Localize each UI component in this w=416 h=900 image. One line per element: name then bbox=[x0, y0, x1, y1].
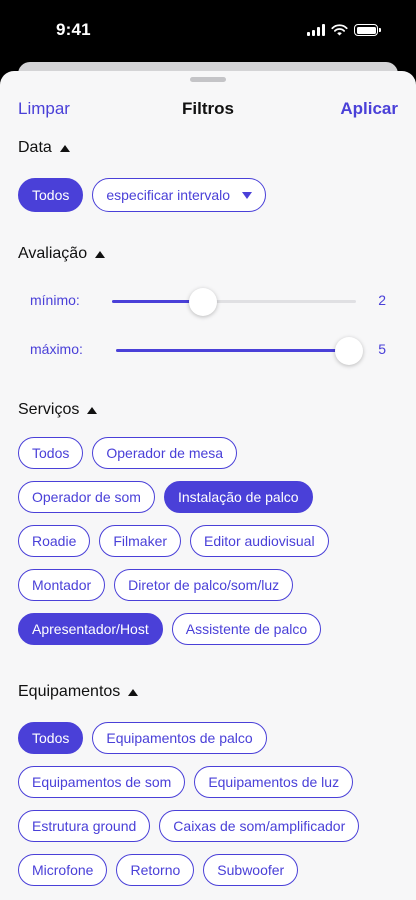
date-section-header[interactable]: Data bbox=[18, 139, 70, 157]
service-chip[interactable]: Montador bbox=[18, 569, 106, 601]
service-chip[interactable]: Filmaker bbox=[99, 525, 182, 557]
equipment-chip-row: Todos Equipamentos de palco bbox=[18, 722, 267, 754]
rating-min-thumb[interactable] bbox=[188, 288, 217, 316]
equipment-chip[interactable]: Microfone bbox=[18, 854, 108, 886]
equipment-section-header[interactable]: Equipamentos bbox=[18, 683, 139, 701]
service-chip-row: Operador de som Instalação de palco bbox=[18, 481, 313, 513]
cellular-signal-icon bbox=[307, 24, 325, 36]
equipment-chip-row: Estrutura ground Caixas de som/amplificad… bbox=[18, 810, 360, 842]
rating-max-fill bbox=[116, 349, 349, 352]
service-chip[interactable]: Diretor de palco/som/luz bbox=[114, 569, 294, 601]
service-chip[interactable]: Todos bbox=[18, 437, 84, 469]
date-all-chip[interactable]: Todos bbox=[18, 178, 84, 212]
sheet-header: Filtros Limpar Aplicar bbox=[0, 99, 416, 123]
collapse-caret-icon bbox=[59, 144, 70, 152]
rating-min-slider: mínimo: 2 bbox=[30, 287, 386, 316]
collapse-caret-icon bbox=[87, 406, 98, 414]
equipment-chip[interactable]: Equipamentos de som bbox=[18, 766, 186, 798]
service-chip-row: Apresentador/Host Assistente de palco bbox=[18, 613, 322, 645]
wifi-icon bbox=[331, 24, 348, 36]
rating-max-track[interactable] bbox=[116, 337, 363, 365]
services-section-header[interactable]: Serviços bbox=[18, 401, 98, 419]
rating-max-value: 5 bbox=[378, 341, 386, 357]
rating-max-slider: máximo: 5 bbox=[30, 336, 386, 365]
equipment-chip[interactable]: Caixas de som/amplificador bbox=[159, 810, 360, 842]
equipment-chip[interactable]: Equipamentos de palco bbox=[92, 722, 267, 754]
rating-section-title: Avaliação bbox=[18, 245, 88, 262]
rating-max-label: máximo: bbox=[30, 341, 83, 357]
collapse-caret-icon bbox=[95, 250, 106, 258]
rating-section-header[interactable]: Avaliação bbox=[18, 245, 106, 263]
equipment-chip[interactable]: Equipamentos de luz bbox=[194, 766, 354, 798]
rating-min-value: 2 bbox=[378, 292, 386, 308]
date-options: Todos especificar intervalo bbox=[18, 178, 267, 212]
service-chip[interactable]: Editor audiovisual bbox=[190, 525, 329, 557]
service-chip[interactable]: Operador de mesa bbox=[92, 437, 238, 469]
service-chip[interactable]: Roadie bbox=[18, 525, 91, 557]
date-section-title: Data bbox=[18, 139, 52, 156]
collapse-caret-icon bbox=[128, 688, 139, 696]
equipment-chip[interactable]: Estrutura ground bbox=[18, 810, 151, 842]
status-bar: 9:41 bbox=[0, 0, 416, 62]
status-time: 9:41 bbox=[56, 20, 91, 39]
service-chip[interactable]: Assistente de palco bbox=[171, 613, 322, 645]
equipment-section-title: Equipamentos bbox=[18, 683, 121, 700]
filters-sheet: Filtros Limpar Aplicar Data Todos especi… bbox=[0, 71, 416, 900]
sheet-grabber[interactable] bbox=[190, 77, 226, 82]
service-chip[interactable]: Apresentador/Host bbox=[18, 613, 163, 645]
service-chip-row: Roadie Filmaker Editor audiovisual bbox=[18, 525, 329, 557]
clear-button[interactable]: Limpar bbox=[18, 99, 70, 119]
equipment-chip-row: Microfone Retorno Subwoofer bbox=[18, 854, 299, 886]
rating-min-label: mínimo: bbox=[30, 292, 80, 308]
service-chip-row: Todos Operador de mesa bbox=[18, 437, 238, 469]
date-range-label: especificar intervalo bbox=[106, 187, 231, 203]
equipment-chip[interactable]: Todos bbox=[18, 722, 84, 754]
services-section-title: Serviços bbox=[18, 401, 80, 418]
battery-icon bbox=[354, 24, 381, 36]
rating-max-thumb[interactable] bbox=[334, 337, 363, 365]
status-icons bbox=[307, 24, 381, 36]
service-chip[interactable]: Instalação de palco bbox=[163, 481, 313, 513]
equipment-chip-row: Equipamentos de som Equipamentos de luz bbox=[18, 766, 354, 798]
date-range-dropdown[interactable]: especificar intervalo bbox=[92, 178, 267, 212]
equipment-chip[interactable]: Subwoofer bbox=[203, 854, 299, 886]
service-chip-row: Montador Diretor de palco/som/luz bbox=[18, 569, 294, 601]
equipment-chip[interactable]: Retorno bbox=[116, 854, 195, 886]
dropdown-caret-icon bbox=[242, 191, 253, 199]
rating-min-track[interactable] bbox=[112, 288, 356, 316]
service-chip[interactable]: Operador de som bbox=[18, 481, 155, 513]
apply-button[interactable]: Aplicar bbox=[340, 99, 398, 119]
